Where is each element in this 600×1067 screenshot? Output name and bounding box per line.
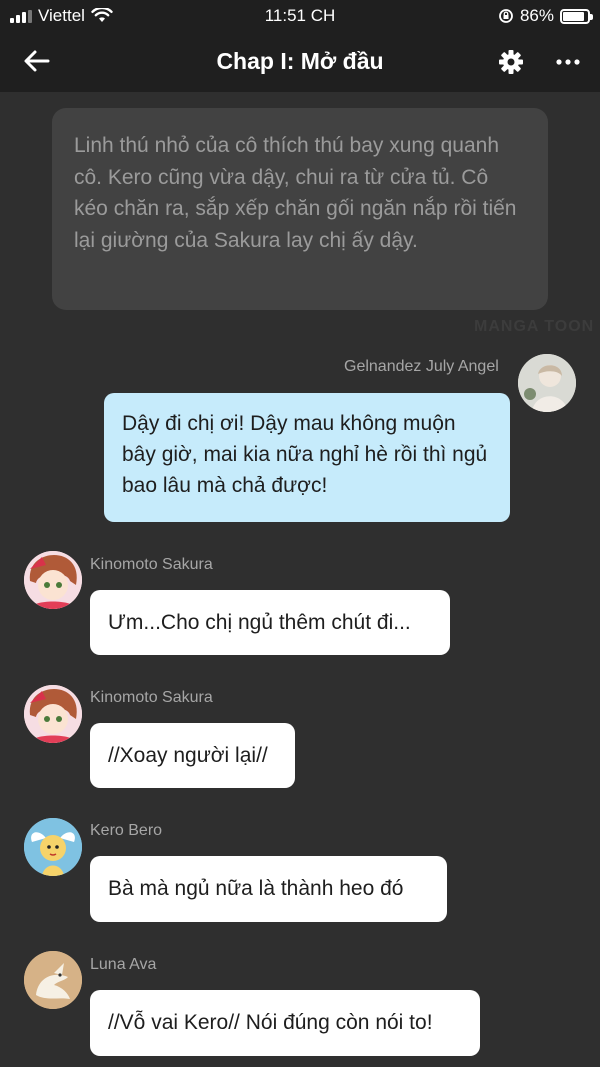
chapter-header: Chap I: Mở đầu bbox=[0, 32, 600, 92]
battery-level bbox=[563, 11, 584, 21]
message-bubble: Ưm...Cho chị ngủ thêm chút đi... bbox=[90, 590, 450, 655]
sender-name: Kinomoto Sakura bbox=[90, 556, 213, 573]
message-bubble: //Vỗ vai Kero// Nói đúng còn nói to! bbox=[90, 990, 480, 1056]
avatar-image bbox=[24, 951, 82, 1009]
avatar-image bbox=[24, 551, 82, 609]
avatar-image bbox=[24, 685, 82, 743]
status-bar: Viettel 11:51 CH 86% bbox=[0, 0, 600, 32]
message-bubble: Bà mà ngủ nữa là thành heo đó bbox=[90, 856, 447, 922]
avatar[interactable] bbox=[518, 354, 576, 412]
battery-percent: 86% bbox=[519, 6, 554, 25]
message-bubble: Dậy đi chị ơi! Dậy mau không muộn bây gi… bbox=[104, 393, 510, 522]
avatar[interactable] bbox=[24, 951, 82, 1009]
avatar-image bbox=[518, 354, 576, 412]
orientation-lock-icon bbox=[499, 9, 513, 23]
sender-name: Kinomoto Sakura bbox=[90, 689, 213, 706]
avatar-image bbox=[24, 818, 82, 876]
gear-icon[interactable] bbox=[497, 48, 525, 76]
watermark: MANGA TOON bbox=[474, 318, 595, 335]
message-bubble: //Xoay người lại// bbox=[90, 723, 295, 788]
avatar[interactable] bbox=[24, 818, 82, 876]
more-dots-icon[interactable] bbox=[554, 48, 582, 76]
sender-name: Gelnandez July Angel bbox=[344, 358, 499, 375]
status-right: 86% bbox=[498, 6, 593, 26]
sender-name: Kero Bero bbox=[90, 822, 163, 839]
avatar[interactable] bbox=[24, 685, 82, 743]
avatar[interactable] bbox=[24, 551, 82, 609]
narration-box: Linh thú nhỏ của cô thích thú bay xung q… bbox=[52, 108, 548, 310]
sender-name: Luna Ava bbox=[90, 956, 157, 973]
battery-icon bbox=[560, 8, 593, 24]
